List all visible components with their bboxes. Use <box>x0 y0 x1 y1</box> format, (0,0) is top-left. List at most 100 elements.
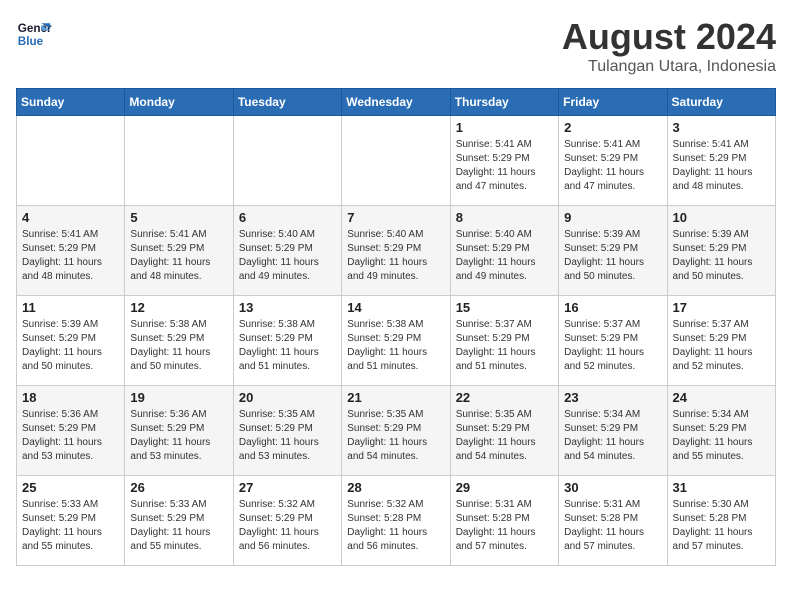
day-number: 10 <box>673 210 770 225</box>
calendar-cell: 15 Sunrise: 5:37 AMSunset: 5:29 PMDayligh… <box>450 296 558 386</box>
day-info: Sunrise: 5:38 AMSunset: 5:29 PMDaylight:… <box>239 318 336 374</box>
day-info: Sunrise: 5:31 AMSunset: 5:28 PMDaylight:… <box>456 498 553 554</box>
month-year-title: August 2024 <box>562 16 776 58</box>
day-info: Sunrise: 5:33 AMSunset: 5:29 PMDaylight:… <box>22 498 119 554</box>
day-info: Sunrise: 5:34 AMSunset: 5:29 PMDaylight:… <box>673 408 770 464</box>
weekday-header-monday: Monday <box>125 89 233 116</box>
day-info: Sunrise: 5:30 AMSunset: 5:28 PMDaylight:… <box>673 498 770 554</box>
day-number: 30 <box>564 480 661 495</box>
day-info: Sunrise: 5:41 AMSunset: 5:29 PMDaylight:… <box>564 138 661 194</box>
day-info: Sunrise: 5:32 AMSunset: 5:29 PMDaylight:… <box>239 498 336 554</box>
day-number: 8 <box>456 210 553 225</box>
calendar-cell: 17Sunrise: 5:37 AMSunset: 5:29 PMDayligh… <box>667 296 775 386</box>
day-info: Sunrise: 5:40 AMSunset: 5:29 PMDaylight:… <box>347 228 444 284</box>
day-number: 19 <box>130 390 227 405</box>
day-number: 22 <box>456 390 553 405</box>
calendar-cell: 6 Sunrise: 5:40 AMSunset: 5:29 PMDaylight… <box>233 206 341 296</box>
day-number: 6 <box>239 210 336 225</box>
weekday-header-friday: Friday <box>559 89 667 116</box>
calendar-cell: 13 Sunrise: 5:38 AMSunset: 5:29 PMDayligh… <box>233 296 341 386</box>
day-info: Sunrise: 5:41 AMSunset: 5:29 PMDaylight:… <box>456 138 553 194</box>
calendar-cell: 29 Sunrise: 5:31 AMSunset: 5:28 PMDayligh… <box>450 476 558 566</box>
day-number: 29 <box>456 480 553 495</box>
svg-text:Blue: Blue <box>18 35 44 48</box>
calendar-cell <box>342 116 450 206</box>
day-number: 21 <box>347 390 444 405</box>
day-number: 20 <box>239 390 336 405</box>
calendar-cell: 21 Sunrise: 5:35 AMSunset: 5:29 PMDayligh… <box>342 386 450 476</box>
day-info: Sunrise: 5:37 AMSunset: 5:29 PMDaylight:… <box>456 318 553 374</box>
calendar-cell: 1 Sunrise: 5:41 AMSunset: 5:29 PMDaylight… <box>450 116 558 206</box>
weekday-header-wednesday: Wednesday <box>342 89 450 116</box>
day-info: Sunrise: 5:36 AMSunset: 5:29 PMDaylight:… <box>22 408 119 464</box>
day-info: Sunrise: 5:31 AMSunset: 5:28 PMDaylight:… <box>564 498 661 554</box>
calendar-cell: 12Sunrise: 5:38 AMSunset: 5:29 PMDayligh… <box>125 296 233 386</box>
day-number: 18 <box>22 390 119 405</box>
calendar-cell: 10 Sunrise: 5:39 AMSunset: 5:29 PMDayligh… <box>667 206 775 296</box>
calendar-cell <box>17 116 125 206</box>
day-number: 16 <box>564 300 661 315</box>
calendar-cell: 14Sunrise: 5:38 AMSunset: 5:29 PMDayligh… <box>342 296 450 386</box>
calendar-week-row: 11 Sunrise: 5:39 AMSunset: 5:29 PMDayligh… <box>17 296 776 386</box>
day-info: Sunrise: 5:41 AMSunset: 5:29 PMDaylight:… <box>673 138 770 194</box>
day-number: 26 <box>130 480 227 495</box>
day-info: Sunrise: 5:34 AMSunset: 5:29 PMDaylight:… <box>564 408 661 464</box>
calendar-week-row: 18 Sunrise: 5:36 AMSunset: 5:29 PMDayligh… <box>17 386 776 476</box>
day-number: 13 <box>239 300 336 315</box>
day-number: 2 <box>564 120 661 135</box>
calendar-cell: 25Sunrise: 5:33 AMSunset: 5:29 PMDayligh… <box>17 476 125 566</box>
calendar-cell: 31 Sunrise: 5:30 AMSunset: 5:28 PMDayligh… <box>667 476 775 566</box>
weekday-header-thursday: Thursday <box>450 89 558 116</box>
day-number: 4 <box>22 210 119 225</box>
day-info: Sunrise: 5:39 AMSunset: 5:29 PMDaylight:… <box>22 318 119 374</box>
calendar-cell: 27 Sunrise: 5:32 AMSunset: 5:29 PMDayligh… <box>233 476 341 566</box>
day-number: 1 <box>456 120 553 135</box>
day-info: Sunrise: 5:35 AMSunset: 5:29 PMDaylight:… <box>239 408 336 464</box>
day-number: 27 <box>239 480 336 495</box>
day-info: Sunrise: 5:35 AMSunset: 5:29 PMDaylight:… <box>456 408 553 464</box>
calendar-cell <box>233 116 341 206</box>
calendar-cell: 26 Sunrise: 5:33 AMSunset: 5:29 PMDayligh… <box>125 476 233 566</box>
day-number: 15 <box>456 300 553 315</box>
day-info: Sunrise: 5:33 AMSunset: 5:29 PMDaylight:… <box>130 498 227 554</box>
day-number: 11 <box>22 300 119 315</box>
calendar-cell: 5 Sunrise: 5:41 AMSunset: 5:29 PMDaylight… <box>125 206 233 296</box>
day-info: Sunrise: 5:40 AMSunset: 5:29 PMDaylight:… <box>239 228 336 284</box>
calendar-cell: 9Sunrise: 5:39 AMSunset: 5:29 PMDaylight… <box>559 206 667 296</box>
day-number: 24 <box>673 390 770 405</box>
calendar-cell: 3Sunrise: 5:41 AMSunset: 5:29 PMDaylight… <box>667 116 775 206</box>
calendar-cell: 20 Sunrise: 5:35 AMSunset: 5:29 PMDayligh… <box>233 386 341 476</box>
calendar-table: SundayMondayTuesdayWednesdayThursdayFrid… <box>16 88 776 566</box>
day-number: 5 <box>130 210 227 225</box>
calendar-cell: 11 Sunrise: 5:39 AMSunset: 5:29 PMDayligh… <box>17 296 125 386</box>
location-subtitle: Tulangan Utara, Indonesia <box>562 58 776 76</box>
day-info: Sunrise: 5:35 AMSunset: 5:29 PMDaylight:… <box>347 408 444 464</box>
day-info: Sunrise: 5:41 AMSunset: 5:29 PMDaylight:… <box>130 228 227 284</box>
day-number: 14 <box>347 300 444 315</box>
day-number: 23 <box>564 390 661 405</box>
day-info: Sunrise: 5:32 AMSunset: 5:28 PMDaylight:… <box>347 498 444 554</box>
weekday-header-sunday: Sunday <box>17 89 125 116</box>
calendar-cell: 24 Sunrise: 5:34 AMSunset: 5:29 PMDayligh… <box>667 386 775 476</box>
calendar-week-row: 25Sunrise: 5:33 AMSunset: 5:29 PMDayligh… <box>17 476 776 566</box>
calendar-cell: 4 Sunrise: 5:41 AMSunset: 5:29 PMDaylight… <box>17 206 125 296</box>
day-info: Sunrise: 5:41 AMSunset: 5:29 PMDaylight:… <box>22 228 119 284</box>
day-info: Sunrise: 5:40 AMSunset: 5:29 PMDaylight:… <box>456 228 553 284</box>
day-number: 17 <box>673 300 770 315</box>
calendar-week-row: 4 Sunrise: 5:41 AMSunset: 5:29 PMDaylight… <box>17 206 776 296</box>
calendar-cell <box>125 116 233 206</box>
day-info: Sunrise: 5:36 AMSunset: 5:29 PMDaylight:… <box>130 408 227 464</box>
day-info: Sunrise: 5:39 AMSunset: 5:29 PMDaylight:… <box>673 228 770 284</box>
day-info: Sunrise: 5:39 AMSunset: 5:29 PMDaylight:… <box>564 228 661 284</box>
calendar-cell: 28Sunrise: 5:32 AMSunset: 5:28 PMDayligh… <box>342 476 450 566</box>
day-number: 7 <box>347 210 444 225</box>
title-block: August 2024 Tulangan Utara, Indonesia <box>562 16 776 76</box>
logo: General Blue <box>16 16 52 52</box>
weekday-header-tuesday: Tuesday <box>233 89 341 116</box>
calendar-cell: 2 Sunrise: 5:41 AMSunset: 5:29 PMDaylight… <box>559 116 667 206</box>
calendar-cell: 7 Sunrise: 5:40 AMSunset: 5:29 PMDaylight… <box>342 206 450 296</box>
calendar-cell: 8 Sunrise: 5:40 AMSunset: 5:29 PMDaylight… <box>450 206 558 296</box>
calendar-cell: 22 Sunrise: 5:35 AMSunset: 5:29 PMDayligh… <box>450 386 558 476</box>
day-number: 31 <box>673 480 770 495</box>
calendar-cell: 16Sunrise: 5:37 AMSunset: 5:29 PMDayligh… <box>559 296 667 386</box>
